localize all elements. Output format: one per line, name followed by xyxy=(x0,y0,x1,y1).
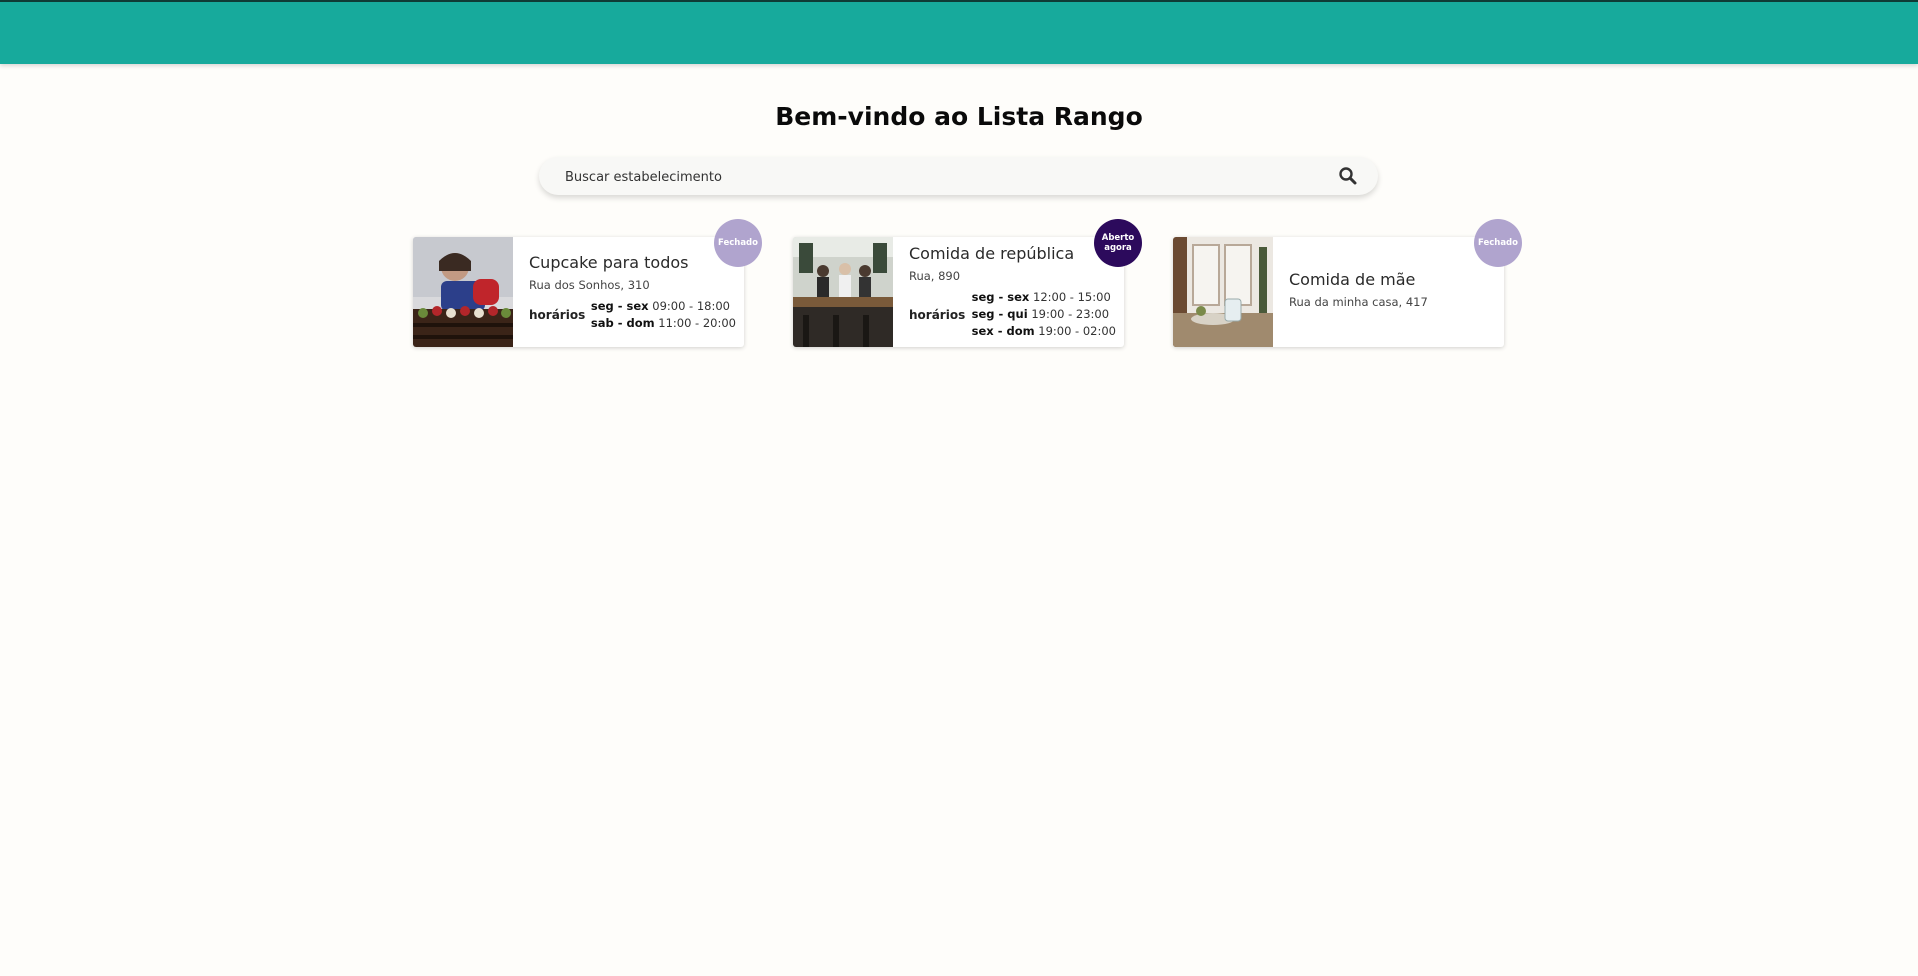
search-icon[interactable] xyxy=(1338,166,1358,186)
top-app-bar xyxy=(0,0,1918,64)
hours-row: sab - dom 11:00 - 20:00 xyxy=(590,315,736,330)
restaurant-name: Cupcake para todos xyxy=(529,252,689,272)
hours-row: seg - qui 19:00 - 23:00 xyxy=(971,307,1110,321)
hours-row: sex - dom 19:00 - 02:00 xyxy=(971,324,1116,338)
status-badge: Fechado xyxy=(714,219,762,267)
search-input[interactable] xyxy=(563,157,1327,197)
hours-label: horários xyxy=(909,307,966,322)
restaurant-card[interactable]: Cupcake para todos Rua dos Sonhos, 310 h… xyxy=(413,219,762,347)
restaurant-photo xyxy=(1173,237,1273,347)
opening-hours: horários seg - sex 12:00 - 15:00 seg - q… xyxy=(909,289,1116,340)
status-badge: Fechado xyxy=(1474,219,1522,267)
restaurant-address: Rua da minha casa, 417 xyxy=(1289,294,1428,309)
status-badge: Aberto agora xyxy=(1094,219,1142,267)
restaurant-card[interactable]: Comida de república Rua, 890 horários se… xyxy=(793,219,1142,347)
search-bar xyxy=(539,157,1378,197)
restaurant-name: Comida de república xyxy=(909,244,1075,263)
hours-label: horários xyxy=(529,307,586,322)
restaurant-address: Rua, 890 xyxy=(909,269,961,283)
restaurant-address: Rua dos Sonhos, 310 xyxy=(529,277,650,292)
hours-row: seg - sex 09:00 - 18:00 xyxy=(590,298,730,313)
opening-hours: horários seg - sex 09:00 - 18:00 sab - d… xyxy=(529,298,736,332)
restaurant-photo xyxy=(413,237,513,347)
page-title: Bem-vindo ao Lista Rango xyxy=(775,102,1143,131)
hours-row: seg - sex 12:00 - 15:00 xyxy=(971,290,1111,304)
restaurant-photo xyxy=(793,237,893,347)
restaurant-name: Comida de mãe xyxy=(1289,269,1416,289)
restaurant-card[interactable]: Comida de mãe Rua da minha casa, 417 Fec… xyxy=(1173,219,1522,347)
